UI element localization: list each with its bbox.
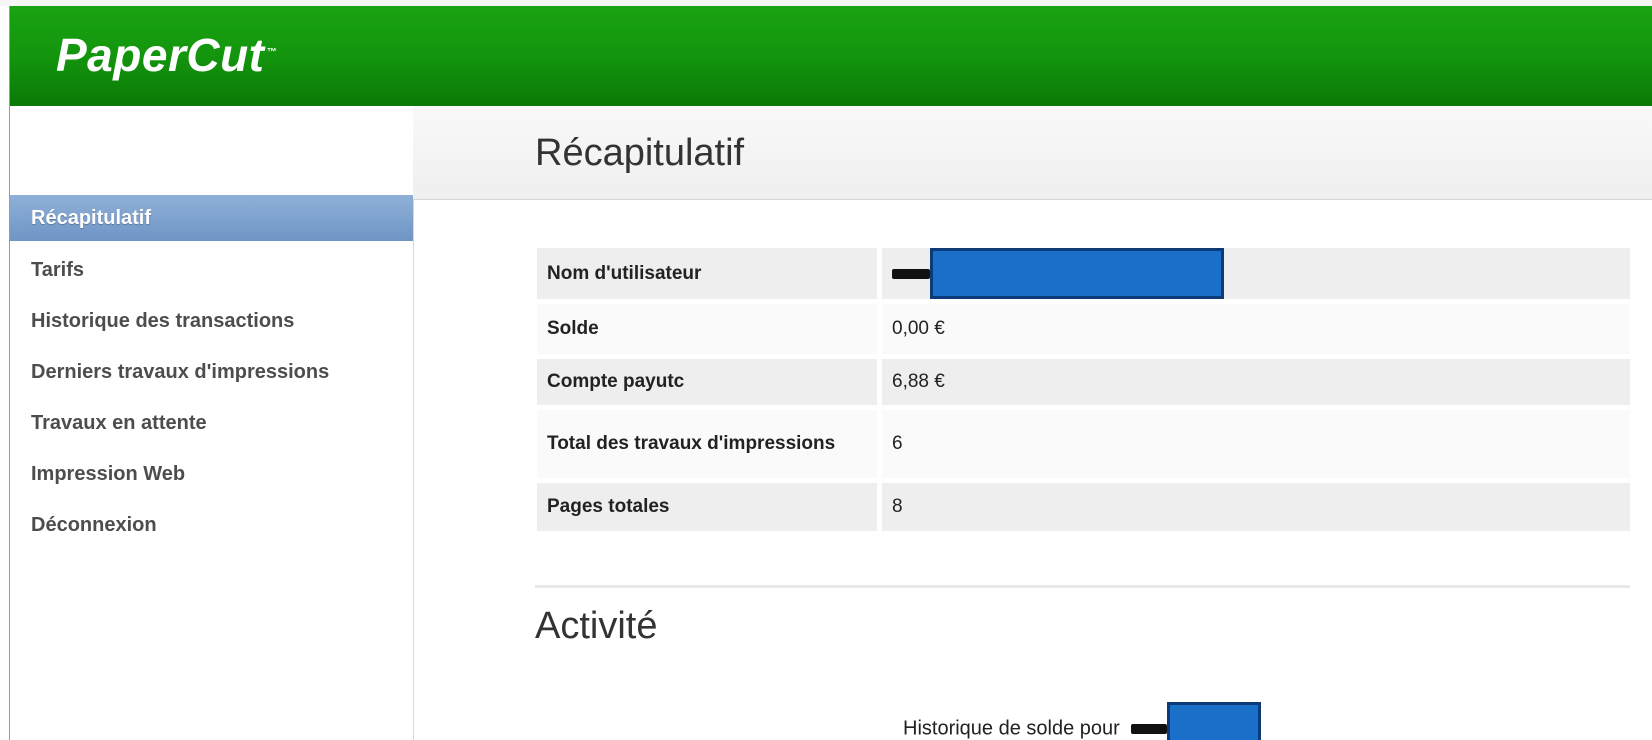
redaction-mark (892, 268, 930, 279)
sidebar-item-deconnexion[interactable]: Déconnexion (10, 502, 413, 548)
activity-heading: Activité (535, 605, 658, 647)
redaction-box (930, 248, 1224, 299)
table-row-total-pages: Pages totales 8 (537, 483, 1630, 531)
sidebar-nav: Récapitulatif Tarifs Historique des tran… (10, 106, 414, 740)
balance-history-chart-title: Historique de solde pour (903, 702, 1262, 740)
papercut-logo[interactable]: PaperCut ™ (56, 28, 277, 82)
account-summary-table: Nom d'utilisateur Solde 0,00 € Compte pa… (537, 243, 1630, 536)
username-value (882, 248, 1630, 299)
row-value: 6,88 € (882, 359, 1630, 405)
section-divider (535, 585, 1630, 588)
row-label: Total des travaux d'impressions (537, 410, 882, 478)
row-label: Nom d'utilisateur (537, 248, 882, 299)
table-row-total-jobs: Total des travaux d'impressions 6 (537, 410, 1630, 478)
row-label: Solde (537, 304, 882, 354)
page-title: Récapitulatif (535, 132, 745, 174)
redaction-mark (1131, 724, 1168, 734)
window-left-border (0, 6, 10, 740)
row-value: 0,00 € (882, 304, 1630, 354)
row-value: 6 (882, 410, 1630, 478)
row-value: 8 (882, 483, 1630, 531)
papercut-page: PaperCut ™ Récapitulatif Tarifs Historiqu… (0, 0, 1652, 740)
chart-title-text: Historique de solde pour (903, 717, 1120, 740)
table-row-balance: Solde 0,00 € (537, 304, 1630, 354)
sidebar-item-travaux-attente[interactable]: Travaux en attente (10, 400, 413, 446)
sidebar-item-recapitulatif[interactable]: Récapitulatif (10, 195, 413, 241)
sidebar-item-impression-web[interactable]: Impression Web (10, 451, 413, 497)
table-row-username: Nom d'utilisateur (537, 248, 1630, 299)
row-label: Pages totales (537, 483, 882, 531)
table-row-payutc: Compte payutc 6,88 € (537, 359, 1630, 405)
trademark-mark: ™ (266, 46, 277, 58)
app-header: PaperCut ™ (10, 6, 1652, 106)
logo-text: PaperCut (56, 29, 265, 81)
sidebar-item-derniers-travaux[interactable]: Derniers travaux d'impressions (10, 349, 413, 395)
sidebar-item-historique-transactions[interactable]: Historique des transactions (10, 298, 413, 344)
sidebar-item-tarifs[interactable]: Tarifs (10, 247, 413, 293)
chart-axis-fragment (600, 730, 670, 740)
redaction-box (1167, 702, 1262, 740)
row-label: Compte payutc (537, 359, 882, 405)
page-title-bar: Récapitulatif (413, 106, 1652, 200)
